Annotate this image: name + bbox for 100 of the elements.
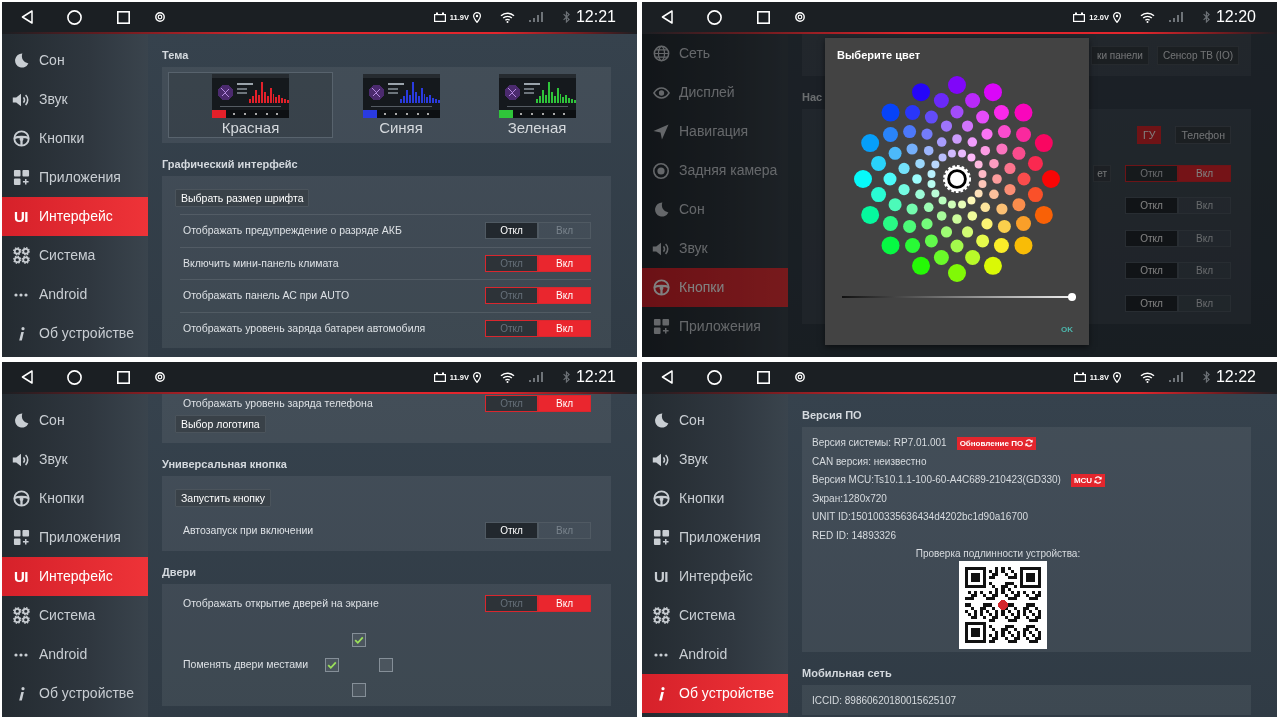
color-swatch[interactable] [903, 125, 917, 139]
color-swatch[interactable] [961, 226, 974, 238]
toggle-option[interactable]: Откл [485, 254, 538, 272]
color-swatch[interactable] [923, 202, 934, 213]
toggle-option[interactable]: Вкл [538, 254, 591, 272]
toggle-option[interactable]: Откл [485, 287, 538, 305]
sidebar-item[interactable]: UI Интерфейс [2, 557, 148, 596]
color-swatch[interactable] [912, 83, 931, 102]
checkbox[interactable] [352, 632, 367, 647]
sidebar-item[interactable]: Звук [2, 80, 148, 119]
recent-apps-icon[interactable] [757, 10, 770, 24]
color-swatch[interactable] [961, 120, 974, 132]
color-swatch[interactable] [931, 189, 940, 198]
color-swatch[interactable] [915, 189, 925, 200]
color-swatch[interactable] [881, 103, 900, 122]
sidebar-item[interactable]: Кнопки [642, 268, 788, 307]
color-swatch[interactable] [978, 169, 987, 178]
sidebar-item[interactable]: UI Интерфейс [642, 557, 788, 596]
color-swatch[interactable] [983, 83, 1002, 102]
color-swatch[interactable] [950, 105, 964, 119]
home-icon[interactable] [67, 369, 82, 385]
color-swatch[interactable] [912, 174, 922, 184]
checkbox[interactable] [379, 657, 394, 672]
sidebar-item[interactable]: Система [642, 596, 788, 635]
color-swatch[interactable] [948, 76, 966, 94]
color-swatch[interactable] [924, 234, 938, 248]
color-swatch[interactable] [980, 202, 991, 213]
color-swatch[interactable] [871, 187, 887, 203]
color-swatch[interactable] [912, 256, 931, 275]
settings-button[interactable]: Сенсор ТВ (IO) [1156, 45, 1239, 65]
toggle-option[interactable]: Вкл [538, 394, 591, 412]
recent-apps-icon[interactable] [117, 370, 130, 384]
color-swatch[interactable] [1014, 103, 1033, 122]
theme-option[interactable]: Синяя [333, 72, 469, 138]
settings-button[interactable]: ет [1093, 164, 1111, 182]
toggle-option[interactable]: Вкл [1178, 294, 1231, 312]
color-swatch[interactable] [861, 205, 880, 224]
color-swatch[interactable] [903, 219, 917, 233]
color-swatch[interactable] [950, 239, 964, 253]
update-button[interactable]: Обновление ПО [956, 436, 1037, 450]
toggle-option[interactable]: Откл [1125, 229, 1178, 247]
choice-option[interactable]: Телефон [1175, 126, 1231, 144]
toggle-option[interactable]: Откл [485, 222, 538, 240]
color-swatch[interactable] [898, 162, 910, 175]
sidebar-item[interactable]: Сон [642, 401, 788, 440]
color-swatch[interactable] [1042, 170, 1060, 188]
toggle-option[interactable]: Вкл [1178, 262, 1231, 280]
color-swatch[interactable] [958, 149, 967, 158]
color-swatch[interactable] [931, 160, 940, 169]
toggle-option[interactable]: Откл [485, 319, 538, 337]
sidebar-item[interactable]: Приложения [2, 158, 148, 197]
color-swatch[interactable] [947, 149, 956, 158]
toggle-option[interactable]: Вкл [538, 319, 591, 337]
checkbox[interactable] [352, 682, 367, 697]
back-icon[interactable] [661, 10, 673, 24]
color-swatch[interactable] [923, 145, 934, 156]
color-swatch[interactable] [993, 105, 1009, 120]
sidebar-item[interactable]: Звук [642, 229, 788, 268]
color-swatch[interactable] [871, 155, 887, 171]
color-swatch[interactable] [983, 256, 1002, 275]
color-swatch[interactable] [936, 137, 947, 147]
color-swatch[interactable] [933, 249, 949, 265]
color-swatch[interactable] [883, 127, 898, 143]
sidebar-item[interactable]: Задняя камера [642, 151, 788, 190]
color-swatch[interactable] [996, 203, 1008, 215]
back-icon[interactable] [21, 370, 33, 384]
toggle-option[interactable]: Откл [1125, 262, 1178, 280]
home-icon[interactable] [67, 9, 82, 25]
color-swatch[interactable] [952, 214, 962, 224]
color-swatch[interactable] [965, 93, 981, 109]
sidebar-item[interactable]: Система [2, 596, 148, 635]
settings-button[interactable]: ки панели [1091, 45, 1149, 65]
color-swatch[interactable] [936, 211, 947, 221]
color-swatch[interactable] [1012, 198, 1026, 212]
color-swatch[interactable] [940, 226, 953, 238]
color-swatch[interactable] [947, 200, 956, 209]
color-swatch[interactable] [905, 238, 921, 253]
toggle-option[interactable]: Вкл [1178, 164, 1231, 182]
toggle-option[interactable]: Вкл [1178, 229, 1231, 247]
checkbox[interactable] [325, 657, 340, 672]
sidebar-item[interactable]: Об устройстве [2, 314, 148, 353]
sidebar-item[interactable]: Навигация [642, 112, 788, 151]
color-swatch[interactable] [898, 183, 910, 196]
color-swatch[interactable] [997, 219, 1011, 233]
toggle-option[interactable]: Откл [1125, 164, 1178, 182]
sidebar-item[interactable]: Система [2, 236, 148, 275]
color-swatch[interactable] [976, 234, 990, 248]
color-swatch[interactable] [883, 215, 898, 231]
sidebar-item[interactable]: Сон [2, 41, 148, 80]
color-swatch[interactable] [974, 160, 983, 169]
color-swatch[interactable] [952, 134, 962, 144]
color-swatch[interactable] [906, 203, 918, 215]
color-swatch[interactable] [881, 236, 900, 255]
settings-button[interactable]: Выбор логотипа [175, 415, 266, 433]
color-swatch[interactable] [981, 218, 993, 230]
color-swatch[interactable] [978, 180, 987, 189]
color-swatch[interactable] [965, 249, 981, 265]
sidebar-item[interactable]: Android [642, 635, 788, 674]
color-swatch[interactable] [958, 200, 967, 209]
sidebar-item[interactable]: UI Интерфейс [2, 197, 148, 236]
